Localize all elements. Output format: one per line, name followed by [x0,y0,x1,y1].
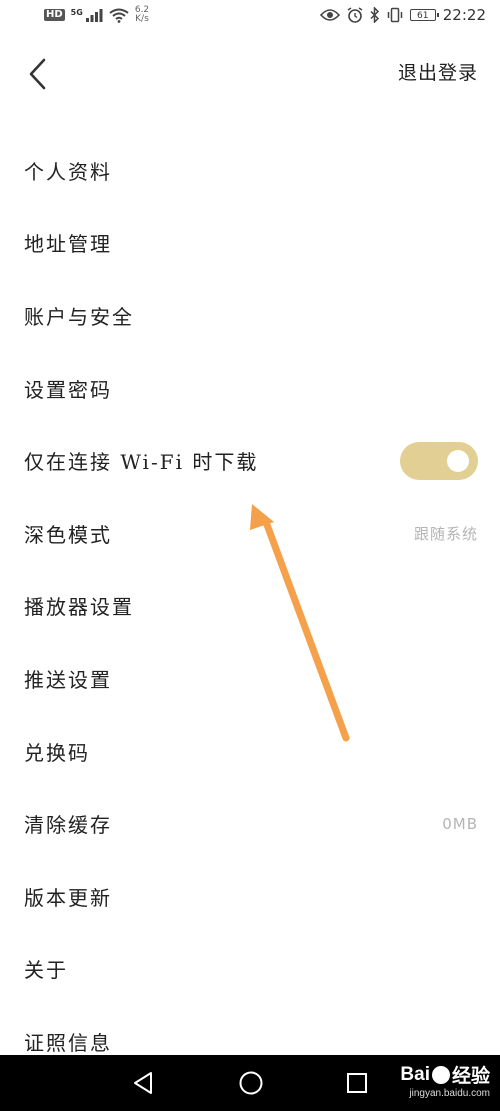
watermark-brand: Bai [400,1063,430,1085]
settings-item-label: 关于 [24,958,68,983]
vibrate-icon [387,7,403,23]
net-speed-unit: K/s [135,14,149,24]
net-speed: 6.2 K/s [135,6,149,24]
cache-size-value: 0MB [442,814,478,833]
alarm-icon [347,7,363,23]
back-arrow-icon [29,58,46,90]
back-button[interactable] [24,54,54,94]
settings-item-redeem-code[interactable]: 兑换码 [0,715,500,788]
settings-item-label: 播放器设置 [24,595,134,620]
nav-recent-icon[interactable] [346,1072,368,1094]
navigation-bar: Bai 经验 jingyan.baidu.com [0,1055,500,1111]
settings-item-label: 证照信息 [24,1030,112,1055]
toggle-knob [447,449,469,472]
settings-item-wifi-download: 仅在连接 Wi-Fi 时下载 [0,424,500,497]
settings-item-dark-mode[interactable]: 深色模式 跟随系统 [0,497,500,570]
baidu-jingyan-watermark: Bai 经验 jingyan.baidu.com [400,1061,490,1100]
status-bar: HD 5G 6.2 K/s 61 22:22 [0,0,500,36]
settings-item-label: 设置密码 [24,377,112,402]
settings-item-set-password[interactable]: 设置密码 [0,352,500,425]
watermark-url: jingyan.baidu.com [409,1088,490,1099]
battery-indicator: 61 [409,9,439,21]
hd-badge: HD [44,9,65,21]
settings-item-about[interactable]: 关于 [0,933,500,1006]
settings-item-label: 推送设置 [24,667,112,692]
settings-item-player[interactable]: 播放器设置 [0,570,500,643]
settings-item-profile[interactable]: 个人资料 [0,134,500,207]
settings-item-address[interactable]: 地址管理 [0,207,500,280]
settings-item-label: 清除缓存 [24,813,112,838]
wifi-only-download-toggle[interactable] [400,441,478,480]
settings-item-label: 兑换码 [24,740,90,765]
nav-home-icon[interactable] [238,1070,264,1096]
settings-item-push[interactable]: 推送设置 [0,642,500,715]
dark-mode-value: 跟随系统 [413,524,478,543]
settings-item-label: 账户与安全 [24,304,134,329]
settings-item-label: 版本更新 [24,885,112,910]
settings-item-label: 仅在连接 Wi-Fi 时下载 [24,450,259,475]
wifi-icon [109,8,129,23]
nav-back-icon[interactable] [132,1071,154,1095]
watermark-logo: Bai 经验 [400,1061,490,1088]
settings-item-label: 地址管理 [24,232,112,257]
baidu-paw-icon [431,1065,450,1084]
settings-list: 个人资料 地址管理 账户与安全 设置密码 仅在连接 Wi-Fi 时下载 深色模式… [0,134,500,1078]
signal-icon [85,9,103,22]
settings-item-version-update[interactable]: 版本更新 [0,860,500,933]
status-right: 61 22:22 [319,6,486,24]
watermark-brand-suffix: 经验 [451,1066,490,1087]
bluetooth-icon [370,7,379,23]
clock: 22:22 [442,6,486,24]
eye-icon [319,9,340,21]
settings-item-clear-cache[interactable]: 清除缓存 0MB [0,787,500,860]
signal-generation: 5G [70,7,83,17]
settings-item-account-security[interactable]: 账户与安全 [0,279,500,352]
status-left: HD 5G 6.2 K/s [44,6,149,24]
settings-item-label: 个人资料 [24,159,112,184]
settings-item-label: 深色模式 [24,522,112,547]
logout-button[interactable]: 退出登录 [398,58,478,85]
